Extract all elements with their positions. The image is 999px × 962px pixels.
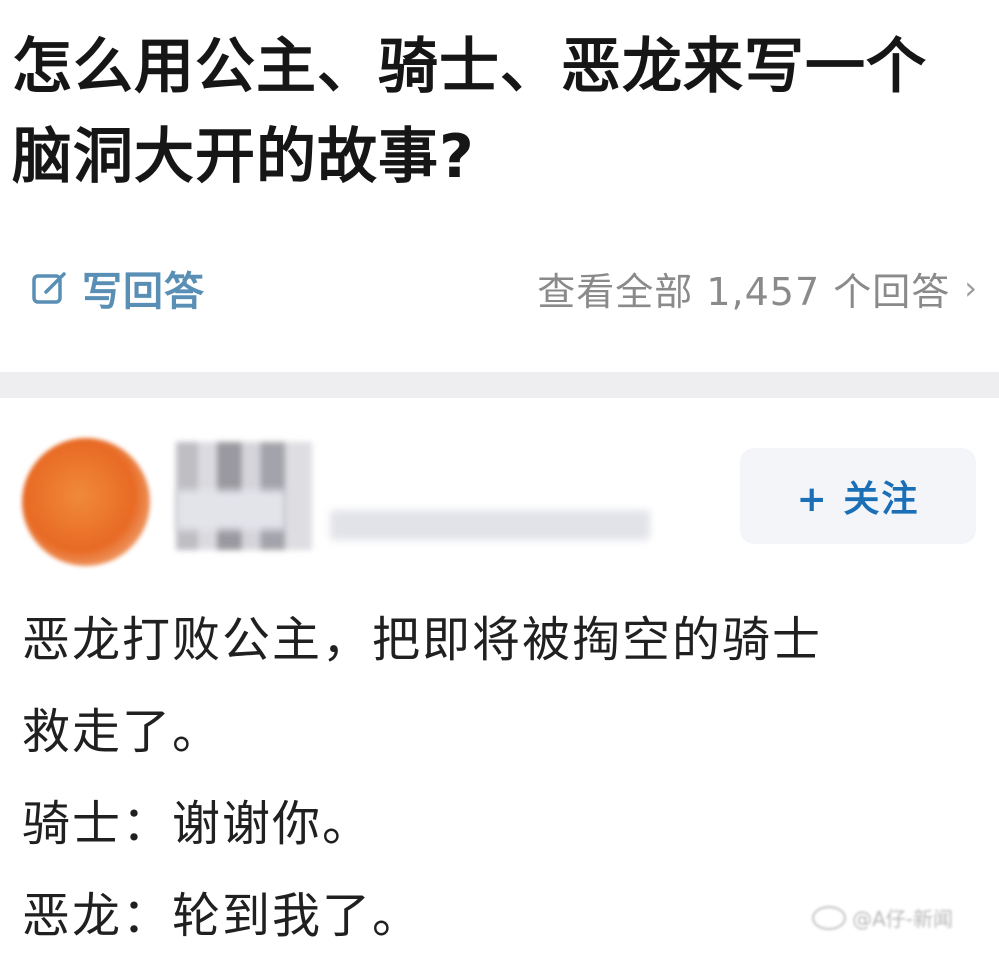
view-all-answers-link[interactable]: 查看全部 1,457 个回答 › bbox=[537, 256, 977, 320]
author-meta-blurred bbox=[330, 510, 650, 540]
answer-card: + 关注 恶龙打败公主，把即将被掏空的骑士 救走了。 骑士：谢谢你。 恶龙：轮到… bbox=[0, 398, 999, 948]
weibo-logo-icon bbox=[812, 905, 847, 930]
view-all-answers-label: 查看全部 1,457 个回答 bbox=[537, 269, 951, 314]
watermark: @A仔-新闻 bbox=[812, 903, 953, 932]
write-answer-label: 写回答 bbox=[82, 269, 205, 315]
answer-line: 恶龙打败公主，把即将被掏空的骑士 bbox=[22, 612, 823, 668]
chevron-right-icon: › bbox=[964, 269, 977, 307]
question-card: 怎么用公主、骑士、恶龙来写一个脑洞大开的故事? 写回答 查看全部 1,457 个… bbox=[0, 0, 999, 372]
follow-button[interactable]: + 关注 bbox=[740, 448, 976, 544]
section-divider bbox=[0, 372, 999, 398]
write-answer-button[interactable]: 写回答 bbox=[30, 256, 205, 320]
username-blurred-secondary bbox=[176, 490, 286, 530]
watermark-text: @A仔-新闻 bbox=[852, 907, 953, 931]
answer-line: 救走了。 bbox=[22, 704, 223, 760]
question-title[interactable]: 怎么用公主、骑士、恶龙来写一个脑洞大开的故事? bbox=[12, 22, 987, 202]
edit-icon bbox=[30, 268, 70, 308]
answer-line: 骑士：谢谢你。 bbox=[22, 796, 373, 852]
avatar[interactable] bbox=[22, 438, 150, 566]
